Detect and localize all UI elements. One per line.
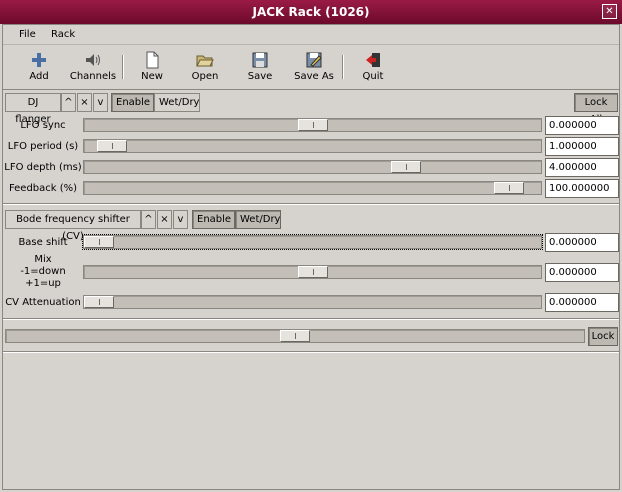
lfo-depth-slider[interactable] [83, 160, 542, 174]
main-window: File Rack Add Channels New Open Save Sav… [2, 24, 620, 490]
section-divider [3, 351, 619, 353]
slider-thumb[interactable] [280, 330, 310, 342]
lock-toggle[interactable]: Lock [588, 327, 618, 346]
lfo-period-value[interactable]: 1.000000 [545, 137, 619, 156]
close-icon: ✕ [605, 6, 614, 17]
plugin-divider [3, 318, 619, 320]
slider-thumb[interactable] [97, 140, 127, 152]
close-window-button[interactable]: ✕ [602, 4, 617, 19]
lfo-sync-value[interactable]: 0.000000 [545, 116, 619, 135]
chevron-up-icon: ^ [144, 214, 153, 225]
enable-toggle[interactable]: Enable [192, 210, 235, 229]
feedback-value[interactable]: 100.000000 [545, 179, 619, 198]
wet-dry-toggle[interactable]: Wet/Dry [154, 93, 200, 112]
folder-icon [196, 55, 214, 67]
lfo-depth-value[interactable]: 4.000000 [545, 158, 619, 177]
move-up-button[interactable]: ^ [141, 210, 156, 229]
add-icon [32, 53, 46, 67]
exit-icon [366, 53, 380, 67]
cv-attenuation-value[interactable]: 0.000000 [545, 293, 619, 312]
slider-thumb[interactable] [84, 296, 114, 308]
add-label: Add [29, 71, 49, 82]
chevron-down-icon: v [177, 214, 184, 225]
save-as-label: Save As [294, 71, 334, 82]
lfo-sync-slider[interactable] [83, 118, 542, 132]
add-button[interactable]: Add [13, 48, 65, 88]
menu-file[interactable]: File [19, 29, 36, 40]
mix-label-line: -1=down [20, 266, 66, 277]
toolbar: Add Channels New Open Save Save As Quit [3, 46, 619, 90]
slider-thumb[interactable] [298, 119, 328, 131]
new-button[interactable]: New [126, 48, 178, 88]
move-down-button[interactable]: v [173, 210, 188, 229]
feedback-slider[interactable] [83, 181, 542, 195]
wet-dry-slider[interactable] [5, 329, 585, 343]
slider-thumb[interactable] [84, 236, 114, 248]
control-label: LFO period (s) [7, 141, 79, 152]
speaker-icon [86, 54, 100, 66]
quit-button[interactable]: Quit [347, 48, 399, 88]
save-label: Save [247, 71, 273, 82]
close-icon: × [80, 97, 89, 108]
remove-plugin-button[interactable]: × [77, 93, 92, 112]
plugin-name-button[interactable]: DJ flanger [5, 93, 61, 125]
close-icon: × [160, 214, 169, 225]
wet-dry-toggle[interactable]: Wet/Dry [235, 210, 281, 229]
mix-label-line: Mix [34, 254, 52, 265]
plugin-header-bode-shifter: Bode frequency shifter (CV) ^ × v Enable… [3, 208, 619, 242]
control-label: LFO depth (ms) [4, 162, 82, 173]
save-as-icon [306, 52, 322, 68]
open-button[interactable]: Open [179, 48, 231, 88]
menu-rack[interactable]: Rack [51, 29, 75, 40]
control-label: Feedback (%) [8, 183, 78, 194]
toolbar-separator [342, 55, 344, 79]
mix-value[interactable]: 0.000000 [545, 263, 619, 282]
base-shift-slider[interactable] [82, 234, 543, 250]
plugin-header-dj-flanger: DJ flanger ^ × v Enable Wet/Dry Lock All [3, 91, 619, 125]
move-up-button[interactable]: ^ [61, 93, 76, 112]
mix-label: Mix -1=down +1=up [3, 254, 83, 290]
chevron-up-icon: ^ [64, 97, 73, 108]
enable-toggle[interactable]: Enable [111, 93, 154, 112]
slider-thumb[interactable] [298, 266, 328, 278]
save-button[interactable]: Save [234, 48, 286, 88]
save-as-button[interactable]: Save As [288, 48, 340, 88]
window-title: JACK Rack (1026) [252, 5, 370, 19]
chevron-down-icon: v [97, 97, 104, 108]
control-label: Base shift [18, 237, 68, 248]
plugin-divider [3, 203, 619, 205]
move-down-button[interactable]: v [93, 93, 108, 112]
mix-slider[interactable] [83, 265, 542, 279]
plugin-name-button[interactable]: Bode frequency shifter (CV) [5, 210, 141, 242]
open-label: Open [191, 71, 219, 82]
floppy-icon [252, 52, 268, 68]
slider-thumb[interactable] [391, 161, 421, 173]
lock-all-toggle[interactable]: Lock All [574, 93, 618, 125]
slider-thumb[interactable] [494, 182, 524, 194]
mix-label-line: +1=up [25, 278, 61, 289]
control-label: CV Attenuation [5, 297, 81, 308]
channels-button[interactable]: Channels [67, 48, 119, 88]
channels-label: Channels [69, 71, 117, 82]
new-label: New [141, 71, 163, 82]
menubar: File Rack [3, 25, 619, 45]
control-label: LFO sync [20, 120, 66, 131]
quit-label: Quit [362, 71, 384, 82]
new-file-icon [146, 51, 159, 69]
base-shift-value[interactable]: 0.000000 [545, 233, 619, 252]
remove-plugin-button[interactable]: × [157, 210, 172, 229]
lfo-period-slider[interactable] [83, 139, 542, 153]
cv-attenuation-slider[interactable] [83, 295, 542, 309]
toolbar-separator [122, 55, 124, 79]
title-bar: JACK Rack (1026) ✕ [0, 0, 622, 24]
